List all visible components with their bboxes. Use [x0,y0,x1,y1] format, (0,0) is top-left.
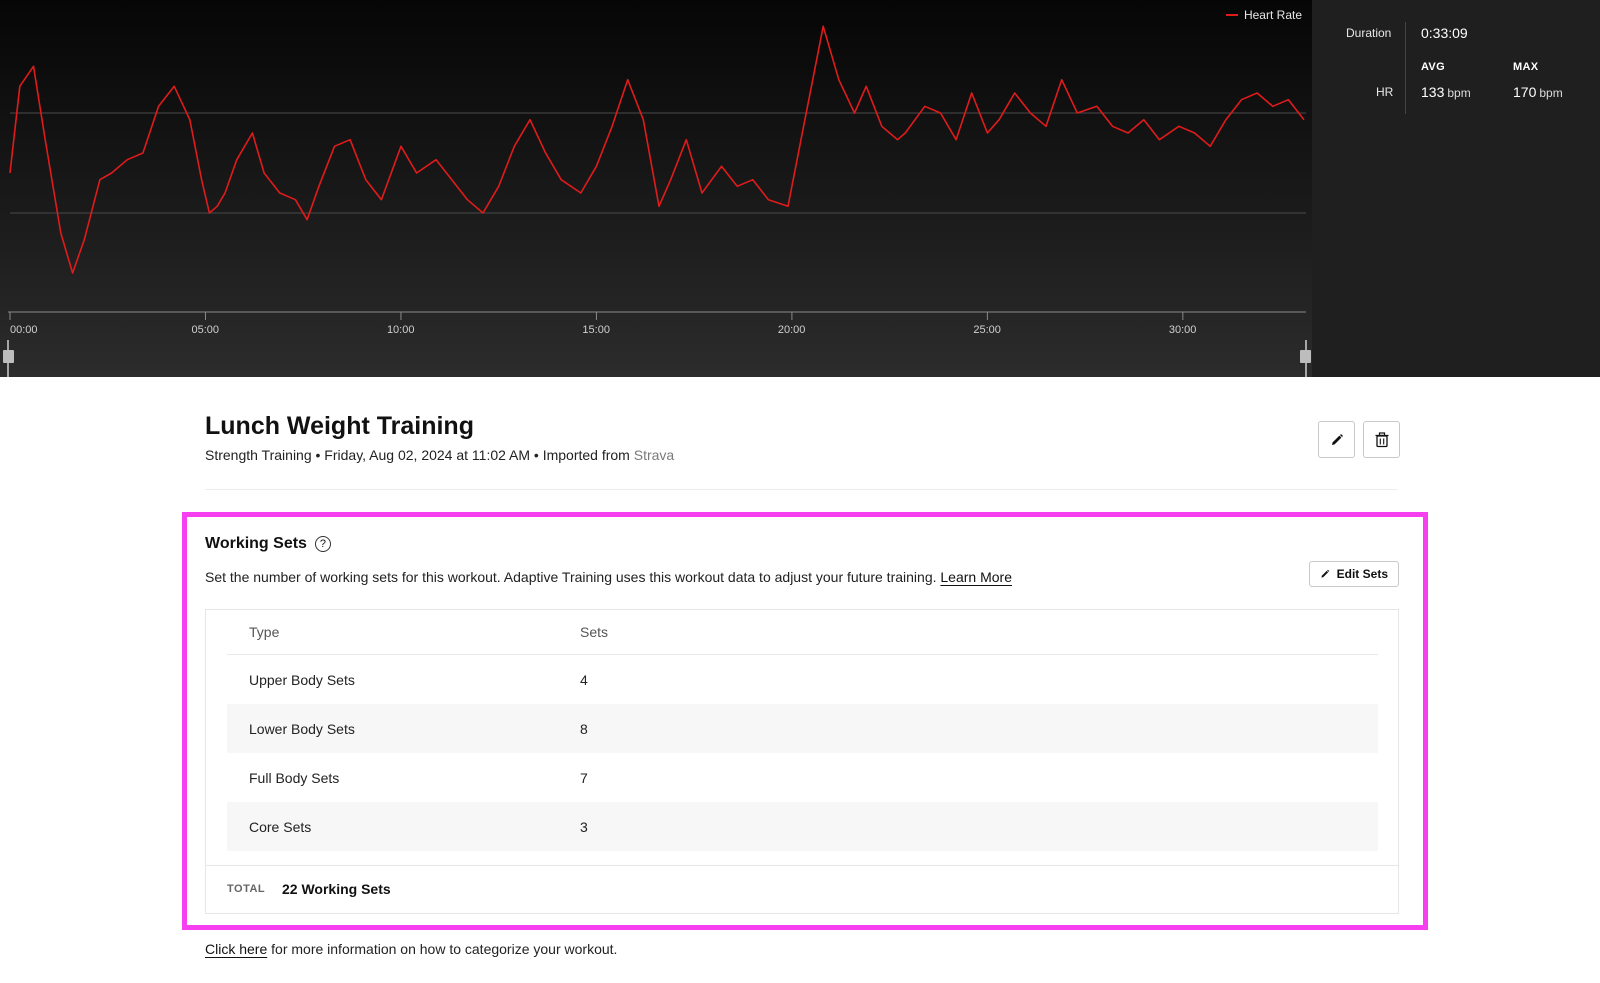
edit-sets-button[interactable]: Edit Sets [1308,561,1399,587]
row-sets: 3 [580,818,588,835]
pencil-icon [1331,433,1343,445]
edit-sets-label: Edit Sets [1336,567,1388,581]
table-row: Upper Body Sets 4 [227,655,1378,704]
learn-more-link[interactable]: Learn More [940,569,1012,585]
row-type: Lower Body Sets [249,720,355,737]
working-sets-section: Working Sets ? Set the number of working… [182,512,1428,930]
row-sets: 8 [580,720,588,737]
hr-avg-value: 133 bpm [1421,84,1471,100]
stats-divider [1405,22,1406,114]
x-tick-label: 10:00 [387,324,415,336]
heart-rate-band: 00:00 05:00 10:00 15:00 20:00 25:00 30:00 Hear… [0,0,1600,377]
row-type: Core Sets [249,818,312,835]
pencil-icon [1321,569,1329,578]
column-header-sets: Sets [580,624,609,640]
avg-header: AVG [1421,61,1445,73]
row-sets: 7 [580,769,588,786]
workout-meta: Strength Training • Friday, Aug 02, 2024… [205,447,674,463]
row-type: Full Body Sets [249,769,340,786]
x-tick-label: 25:00 [973,324,1001,336]
working-sets-table: Type Sets Upper Body Sets 4 Lower Body S… [227,610,1378,851]
working-sets-title: Working Sets [205,535,307,552]
working-sets-heading: Working Sets ? [205,535,331,553]
chart-legend: Heart Rate [1225,8,1302,22]
hr-max-number: 170 [1513,84,1537,100]
click-here-link[interactable]: Click here [205,941,267,957]
workout-meta-text: Strength Training • Friday, Aug 02, 2024… [205,447,634,463]
x-tick-label: 30:00 [1169,324,1197,336]
hr-max-value: 170 bpm [1513,84,1563,100]
working-sets-description: Set the number of working sets for this … [205,569,1012,585]
x-tick-label: 15:00 [582,324,610,336]
column-header-type: Type [249,624,280,640]
working-sets-description-text: Set the number of working sets for this … [205,569,941,585]
help-icon[interactable]: ? [314,536,331,552]
x-axis-ticks: 00:00 05:00 10:00 15:00 20:00 25:00 30:00 [9,312,1197,336]
hr-avg-unit: bpm [1447,86,1471,100]
total-label: TOTAL [227,883,266,895]
table-row: Lower Body Sets 8 [227,704,1378,753]
workout-title: Lunch Weight Training [205,412,474,440]
x-tick-label: 05:00 [191,324,219,336]
table-row: Core Sets 3 [227,802,1378,851]
table-header-row: Type Sets [227,610,1378,655]
delete-workout-button[interactable] [1363,421,1400,458]
row-type: Upper Body Sets [249,671,355,688]
range-handle-right[interactable] [1300,350,1311,363]
footer-note-text: for more information on how to categoriz… [267,941,618,957]
total-value: 22 Working Sets [282,881,391,897]
x-tick-label: 00:00 [10,324,38,336]
trash-icon [1375,431,1388,447]
hr-avg-number: 133 [1421,84,1445,100]
stats-panel: Duration 0:33:09 AVG MAX HR 133 bpm 170 bp… [1312,0,1600,377]
legend-swatch [1225,14,1238,16]
edit-workout-button[interactable] [1318,421,1355,458]
heart-rate-line [9,25,1305,274]
x-tick-label: 20:00 [778,324,806,336]
table-row: Full Body Sets 7 [227,753,1378,802]
heart-rate-chart-svg: 00:00 05:00 10:00 15:00 20:00 25:00 30:00 [3,25,1311,377]
footer-note: Click here for more information on how t… [205,941,617,957]
legend-label: Heart Rate [1243,8,1302,22]
row-sets: 4 [580,671,588,688]
max-header: MAX [1513,61,1539,73]
range-handle-left[interactable] [3,350,14,363]
duration-value: 0:33:09 [1421,25,1468,41]
duration-label: Duration [1346,26,1392,40]
total-divider [206,865,1398,866]
hr-max-unit: bpm [1539,86,1563,100]
hr-label: HR [1376,85,1394,99]
workout-source: Strava [633,447,675,463]
working-sets-card: Type Sets Upper Body Sets 4 Lower Body S… [205,609,1399,914]
heart-rate-chart: 00:00 05:00 10:00 15:00 20:00 25:00 30:00 Hear… [0,0,1312,377]
header-divider [205,489,1397,490]
